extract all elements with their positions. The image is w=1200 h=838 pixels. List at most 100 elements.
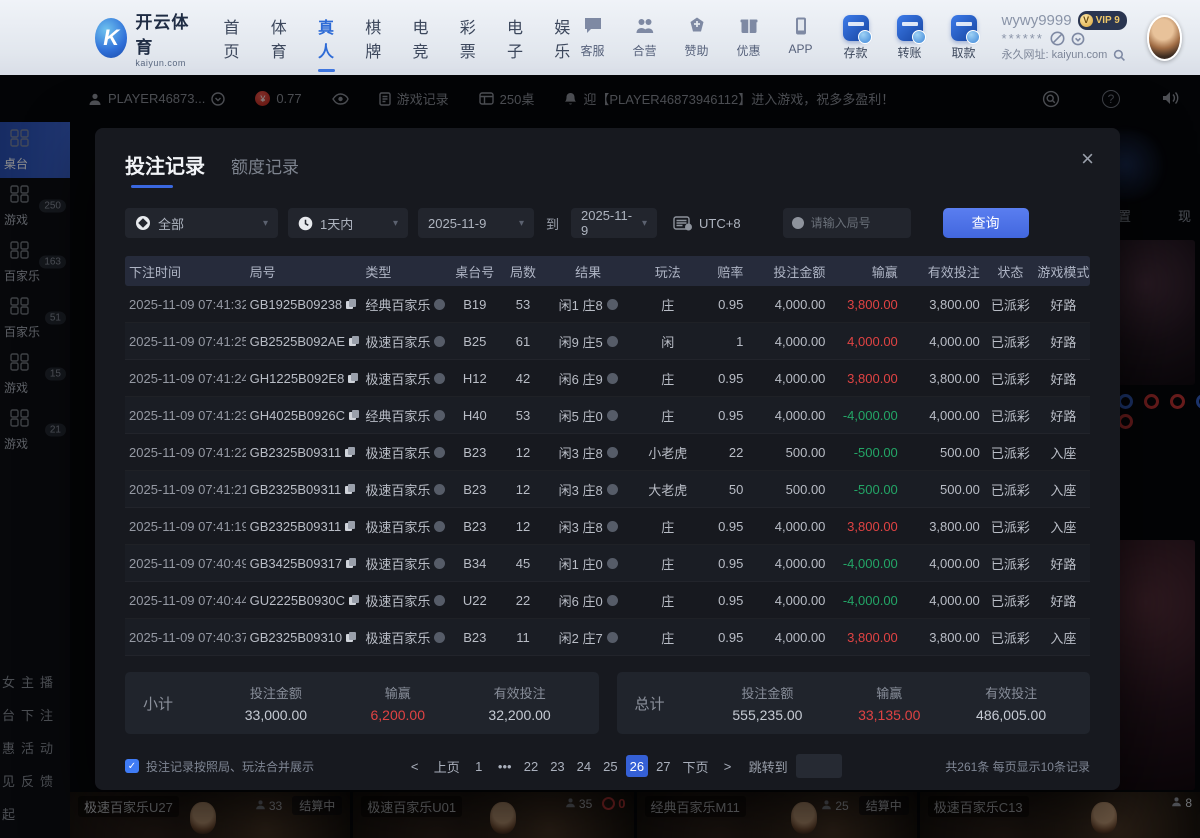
- cell-value: 闲3 庄8: [559, 517, 603, 536]
- date-range-dropdown[interactable]: 1天内▾: [288, 208, 408, 238]
- nav-item-电子[interactable]: 电子: [505, 8, 526, 68]
- avatar[interactable]: [1147, 15, 1182, 61]
- type-info-icon[interactable]: [434, 484, 445, 495]
- copy-icon[interactable]: [346, 558, 356, 569]
- result-detail-icon[interactable]: [607, 336, 618, 347]
- tab-额度记录[interactable]: 额度记录: [231, 153, 299, 187]
- result-detail-icon[interactable]: [607, 373, 618, 384]
- nav-item-棋牌[interactable]: 棋牌: [363, 8, 384, 68]
- cell-结果: 闲1 庄8: [545, 295, 632, 314]
- prev-arrow[interactable]: <: [404, 755, 426, 777]
- copy-icon[interactable]: [348, 373, 358, 384]
- eye-off-icon[interactable]: [1050, 31, 1065, 46]
- table-row: 2025-11-09 07:41:23GH4025B0926C经典百家乐H405…: [125, 397, 1090, 434]
- username[interactable]: wywy9999: [1002, 12, 1072, 29]
- next-page[interactable]: 下页: [679, 755, 713, 777]
- date-to-picker[interactable]: 2025-11-9▾: [571, 208, 657, 238]
- result-detail-icon[interactable]: [607, 299, 618, 310]
- cell-游戏模式: 入座: [1037, 443, 1090, 462]
- cell-局号: GB2325B09311: [246, 445, 362, 460]
- copy-icon[interactable]: [345, 521, 355, 532]
- cell-投注金额: 4,000.00: [747, 556, 829, 571]
- cell-赔率: 1: [704, 334, 747, 349]
- wallet-link-存款[interactable]: 存款: [836, 15, 876, 61]
- cell-局数: 12: [501, 519, 544, 534]
- tab-投注记录[interactable]: 投注记录: [125, 150, 205, 188]
- cell-value: 入座: [1050, 517, 1076, 536]
- page-25[interactable]: 25: [599, 755, 621, 777]
- copy-icon[interactable]: [349, 595, 359, 606]
- prev-page[interactable]: 上页: [430, 755, 464, 777]
- cell-桌台号: B25: [448, 334, 501, 349]
- type-info-icon[interactable]: [434, 447, 445, 458]
- page-1[interactable]: 1: [468, 755, 490, 777]
- refresh-icon[interactable]: [1071, 32, 1085, 46]
- vip-badge[interactable]: VVIP 9: [1078, 11, 1127, 30]
- type-info-icon[interactable]: [434, 410, 445, 421]
- table-row: 2025-11-09 07:41:25GB2525B092AE极速百家乐B256…: [125, 323, 1090, 360]
- copy-icon[interactable]: [346, 299, 356, 310]
- close-icon[interactable]: ×: [1081, 148, 1094, 170]
- type-info-icon[interactable]: [434, 373, 445, 384]
- cell-类型: 极速百家乐: [361, 628, 448, 647]
- type-info-icon[interactable]: [434, 336, 445, 347]
- query-button[interactable]: 查询: [943, 208, 1029, 238]
- type-info-icon[interactable]: [434, 558, 445, 569]
- cell-value: GB3425B09317: [250, 556, 343, 571]
- cell-value: 好路: [1050, 406, 1076, 425]
- type-info-icon[interactable]: [434, 595, 445, 606]
- nav-item-真人[interactable]: 真人: [316, 8, 337, 68]
- round-search-input[interactable]: [811, 216, 897, 230]
- cell-局数: 53: [501, 408, 544, 423]
- cell-value: 4,000.00: [847, 334, 898, 349]
- page-24[interactable]: 24: [573, 755, 595, 777]
- brand-logo[interactable]: K 开云体育 kaiyun.com: [95, 8, 194, 68]
- result-detail-icon[interactable]: [607, 410, 618, 421]
- page-26[interactable]: 26: [626, 755, 648, 777]
- magnifier-icon[interactable]: [1113, 49, 1126, 62]
- quick-link-合营[interactable]: 合营: [626, 16, 664, 59]
- date-from-picker[interactable]: 2025-11-9▾: [418, 208, 534, 238]
- page-22[interactable]: 22: [520, 755, 542, 777]
- type-info-icon[interactable]: [434, 632, 445, 643]
- result-detail-icon[interactable]: [607, 632, 618, 643]
- result-detail-icon[interactable]: [607, 447, 618, 458]
- nav-item-体育[interactable]: 体育: [269, 8, 290, 68]
- page-23[interactable]: 23: [546, 755, 568, 777]
- copy-icon[interactable]: [345, 484, 355, 495]
- page-ellipsis[interactable]: •••: [494, 755, 516, 777]
- type-info-icon[interactable]: [434, 299, 445, 310]
- cell-投注金额: 4,000.00: [747, 593, 829, 608]
- nav-item-电竞[interactable]: 电竞: [411, 8, 432, 68]
- quick-link-label: 赞助: [685, 42, 709, 59]
- cell-局数: 42: [501, 371, 544, 386]
- copy-icon[interactable]: [345, 447, 355, 458]
- cell-value: GB1925B09238: [250, 297, 343, 312]
- nav-item-娱乐[interactable]: 娱乐: [552, 8, 573, 68]
- page-27[interactable]: 27: [652, 755, 674, 777]
- cell-value: B23: [463, 519, 486, 534]
- type-info-icon[interactable]: [434, 521, 445, 532]
- result-detail-icon[interactable]: [607, 484, 618, 495]
- copy-icon[interactable]: [346, 632, 356, 643]
- quick-link-优惠[interactable]: 优惠: [730, 16, 768, 59]
- copy-icon[interactable]: [349, 410, 359, 421]
- copy-icon[interactable]: [349, 336, 359, 347]
- cell-桌台号: U22: [448, 593, 501, 608]
- jump-page-input[interactable]: [796, 754, 842, 778]
- timezone-selector[interactable]: UTC+8: [673, 215, 741, 231]
- quick-link-赞助[interactable]: 赞助: [678, 16, 716, 59]
- result-detail-icon[interactable]: [607, 558, 618, 569]
- wallet-link-取款[interactable]: 取款: [944, 15, 984, 61]
- merge-checkbox[interactable]: ✓: [125, 759, 139, 773]
- quick-link-客服[interactable]: 客服: [574, 16, 612, 59]
- cell-value: 4,000.00: [775, 556, 826, 571]
- next-arrow[interactable]: >: [717, 755, 739, 777]
- wallet-link-转账[interactable]: 转账: [890, 15, 930, 61]
- nav-item-首页[interactable]: 首页: [222, 8, 243, 68]
- result-detail-icon[interactable]: [607, 595, 618, 606]
- result-detail-icon[interactable]: [607, 521, 618, 532]
- nav-item-彩票[interactable]: 彩票: [458, 8, 479, 68]
- quick-link-APP[interactable]: APP: [782, 16, 820, 59]
- category-dropdown[interactable]: 全部▾: [125, 208, 278, 238]
